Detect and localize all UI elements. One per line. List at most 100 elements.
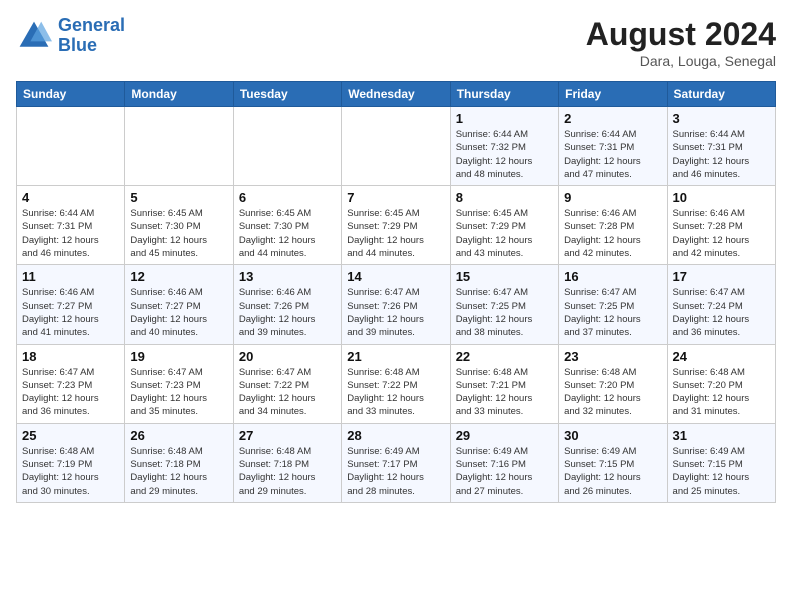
weekday-header: Wednesday — [342, 82, 450, 107]
day-info: Sunrise: 6:49 AM Sunset: 7:15 PM Dayligh… — [673, 445, 770, 498]
day-info: Sunrise: 6:48 AM Sunset: 7:21 PM Dayligh… — [456, 366, 553, 419]
calendar-cell: 25 Sunrise: 6:48 AM Sunset: 7:19 PM Dayli… — [17, 423, 125, 502]
day-info: Sunrise: 6:49 AM Sunset: 7:15 PM Dayligh… — [564, 445, 661, 498]
day-number: 6 — [239, 190, 336, 205]
logo-text: General Blue — [58, 16, 125, 56]
calendar-week-row: 18 Sunrise: 6:47 AM Sunset: 7:23 PM Dayli… — [17, 344, 776, 423]
day-number: 1 — [456, 111, 553, 126]
day-number: 19 — [130, 349, 227, 364]
day-number: 11 — [22, 269, 119, 284]
calendar-cell — [17, 107, 125, 186]
calendar-table: SundayMondayTuesdayWednesdayThursdayFrid… — [16, 81, 776, 503]
day-info: Sunrise: 6:45 AM Sunset: 7:29 PM Dayligh… — [456, 207, 553, 260]
day-number: 27 — [239, 428, 336, 443]
day-info: Sunrise: 6:48 AM Sunset: 7:18 PM Dayligh… — [239, 445, 336, 498]
day-info: Sunrise: 6:46 AM Sunset: 7:27 PM Dayligh… — [130, 286, 227, 339]
day-number: 18 — [22, 349, 119, 364]
calendar-cell: 23 Sunrise: 6:48 AM Sunset: 7:20 PM Dayli… — [559, 344, 667, 423]
day-info: Sunrise: 6:47 AM Sunset: 7:24 PM Dayligh… — [673, 286, 770, 339]
calendar-cell: 8 Sunrise: 6:45 AM Sunset: 7:29 PM Daylig… — [450, 186, 558, 265]
day-number: 28 — [347, 428, 444, 443]
calendar-cell: 20 Sunrise: 6:47 AM Sunset: 7:22 PM Dayli… — [233, 344, 341, 423]
weekday-header-row: SundayMondayTuesdayWednesdayThursdayFrid… — [17, 82, 776, 107]
calendar-cell: 17 Sunrise: 6:47 AM Sunset: 7:24 PM Dayli… — [667, 265, 775, 344]
day-number: 8 — [456, 190, 553, 205]
day-number: 14 — [347, 269, 444, 284]
day-info: Sunrise: 6:48 AM Sunset: 7:22 PM Dayligh… — [347, 366, 444, 419]
day-number: 31 — [673, 428, 770, 443]
calendar-cell: 21 Sunrise: 6:48 AM Sunset: 7:22 PM Dayli… — [342, 344, 450, 423]
weekday-header: Thursday — [450, 82, 558, 107]
calendar-cell: 30 Sunrise: 6:49 AM Sunset: 7:15 PM Dayli… — [559, 423, 667, 502]
day-number: 22 — [456, 349, 553, 364]
day-number: 17 — [673, 269, 770, 284]
day-info: Sunrise: 6:44 AM Sunset: 7:31 PM Dayligh… — [673, 128, 770, 181]
calendar-cell: 27 Sunrise: 6:48 AM Sunset: 7:18 PM Dayli… — [233, 423, 341, 502]
day-number: 23 — [564, 349, 661, 364]
calendar-cell: 2 Sunrise: 6:44 AM Sunset: 7:31 PM Daylig… — [559, 107, 667, 186]
day-number: 25 — [22, 428, 119, 443]
day-info: Sunrise: 6:48 AM Sunset: 7:20 PM Dayligh… — [673, 366, 770, 419]
weekday-header: Tuesday — [233, 82, 341, 107]
day-info: Sunrise: 6:47 AM Sunset: 7:22 PM Dayligh… — [239, 366, 336, 419]
day-info: Sunrise: 6:47 AM Sunset: 7:23 PM Dayligh… — [130, 366, 227, 419]
day-number: 20 — [239, 349, 336, 364]
day-number: 2 — [564, 111, 661, 126]
calendar-cell: 18Sunrise: 6:47 AM Sunset: 7:23 PM Dayli… — [17, 344, 125, 423]
day-info: Sunrise: 6:48 AM Sunset: 7:18 PM Dayligh… — [130, 445, 227, 498]
calendar-cell: 24Sunrise: 6:48 AM Sunset: 7:20 PM Dayli… — [667, 344, 775, 423]
day-info: Sunrise: 6:44 AM Sunset: 7:31 PM Dayligh… — [564, 128, 661, 181]
title-block: August 2024 Dara, Louga, Senegal — [586, 16, 776, 69]
day-info: Sunrise: 6:46 AM Sunset: 7:28 PM Dayligh… — [564, 207, 661, 260]
day-info: Sunrise: 6:44 AM Sunset: 7:31 PM Dayligh… — [22, 207, 119, 260]
day-number: 16 — [564, 269, 661, 284]
weekday-header: Friday — [559, 82, 667, 107]
page-header: General Blue August 2024 Dara, Louga, Se… — [16, 16, 776, 69]
calendar-week-row: 25 Sunrise: 6:48 AM Sunset: 7:19 PM Dayli… — [17, 423, 776, 502]
calendar-cell — [342, 107, 450, 186]
calendar-cell: 14 Sunrise: 6:47 AM Sunset: 7:26 PM Dayli… — [342, 265, 450, 344]
calendar-cell: 13 Sunrise: 6:46 AM Sunset: 7:26 PM Dayli… — [233, 265, 341, 344]
day-info: Sunrise: 6:47 AM Sunset: 7:26 PM Dayligh… — [347, 286, 444, 339]
day-info: Sunrise: 6:48 AM Sunset: 7:20 PM Dayligh… — [564, 366, 661, 419]
calendar-cell: 9 Sunrise: 6:46 AM Sunset: 7:28 PM Daylig… — [559, 186, 667, 265]
logo: General Blue — [16, 16, 125, 56]
day-info: Sunrise: 6:49 AM Sunset: 7:17 PM Dayligh… — [347, 445, 444, 498]
calendar-cell: 15 Sunrise: 6:47 AM Sunset: 7:25 PM Dayli… — [450, 265, 558, 344]
location: Dara, Louga, Senegal — [586, 53, 776, 69]
calendar-cell: 11 Sunrise: 6:46 AM Sunset: 7:27 PM Dayli… — [17, 265, 125, 344]
day-number: 21 — [347, 349, 444, 364]
calendar-cell: 29Sunrise: 6:49 AM Sunset: 7:16 PM Dayli… — [450, 423, 558, 502]
weekday-header: Saturday — [667, 82, 775, 107]
day-number: 30 — [564, 428, 661, 443]
calendar-cell: 16Sunrise: 6:47 AM Sunset: 7:25 PM Dayli… — [559, 265, 667, 344]
day-info: Sunrise: 6:46 AM Sunset: 7:27 PM Dayligh… — [22, 286, 119, 339]
calendar-cell: 3Sunrise: 6:44 AM Sunset: 7:31 PM Daylig… — [667, 107, 775, 186]
calendar-cell: 10Sunrise: 6:46 AM Sunset: 7:28 PM Dayli… — [667, 186, 775, 265]
calendar-week-row: 1 Sunrise: 6:44 AM Sunset: 7:32 PM Daylig… — [17, 107, 776, 186]
calendar-cell: 19 Sunrise: 6:47 AM Sunset: 7:23 PM Dayli… — [125, 344, 233, 423]
day-info: Sunrise: 6:46 AM Sunset: 7:26 PM Dayligh… — [239, 286, 336, 339]
day-info: Sunrise: 6:45 AM Sunset: 7:30 PM Dayligh… — [130, 207, 227, 260]
day-number: 9 — [564, 190, 661, 205]
calendar-cell: 28 Sunrise: 6:49 AM Sunset: 7:17 PM Dayli… — [342, 423, 450, 502]
day-number: 26 — [130, 428, 227, 443]
day-number: 13 — [239, 269, 336, 284]
day-info: Sunrise: 6:47 AM Sunset: 7:25 PM Dayligh… — [456, 286, 553, 339]
calendar-week-row: 11 Sunrise: 6:46 AM Sunset: 7:27 PM Dayli… — [17, 265, 776, 344]
day-info: Sunrise: 6:48 AM Sunset: 7:19 PM Dayligh… — [22, 445, 119, 498]
calendar-cell: 26 Sunrise: 6:48 AM Sunset: 7:18 PM Dayli… — [125, 423, 233, 502]
weekday-header: Sunday — [17, 82, 125, 107]
day-info: Sunrise: 6:45 AM Sunset: 7:30 PM Dayligh… — [239, 207, 336, 260]
day-number: 10 — [673, 190, 770, 205]
calendar-cell: 1 Sunrise: 6:44 AM Sunset: 7:32 PM Daylig… — [450, 107, 558, 186]
calendar-cell: 12Sunrise: 6:46 AM Sunset: 7:27 PM Dayli… — [125, 265, 233, 344]
calendar-week-row: 4Sunrise: 6:44 AM Sunset: 7:31 PM Daylig… — [17, 186, 776, 265]
day-info: Sunrise: 6:44 AM Sunset: 7:32 PM Dayligh… — [456, 128, 553, 181]
day-number: 7 — [347, 190, 444, 205]
calendar-cell: 31 Sunrise: 6:49 AM Sunset: 7:15 PM Dayli… — [667, 423, 775, 502]
calendar-cell: 6 Sunrise: 6:45 AM Sunset: 7:30 PM Daylig… — [233, 186, 341, 265]
day-number: 5 — [130, 190, 227, 205]
calendar-cell — [125, 107, 233, 186]
day-number: 15 — [456, 269, 553, 284]
